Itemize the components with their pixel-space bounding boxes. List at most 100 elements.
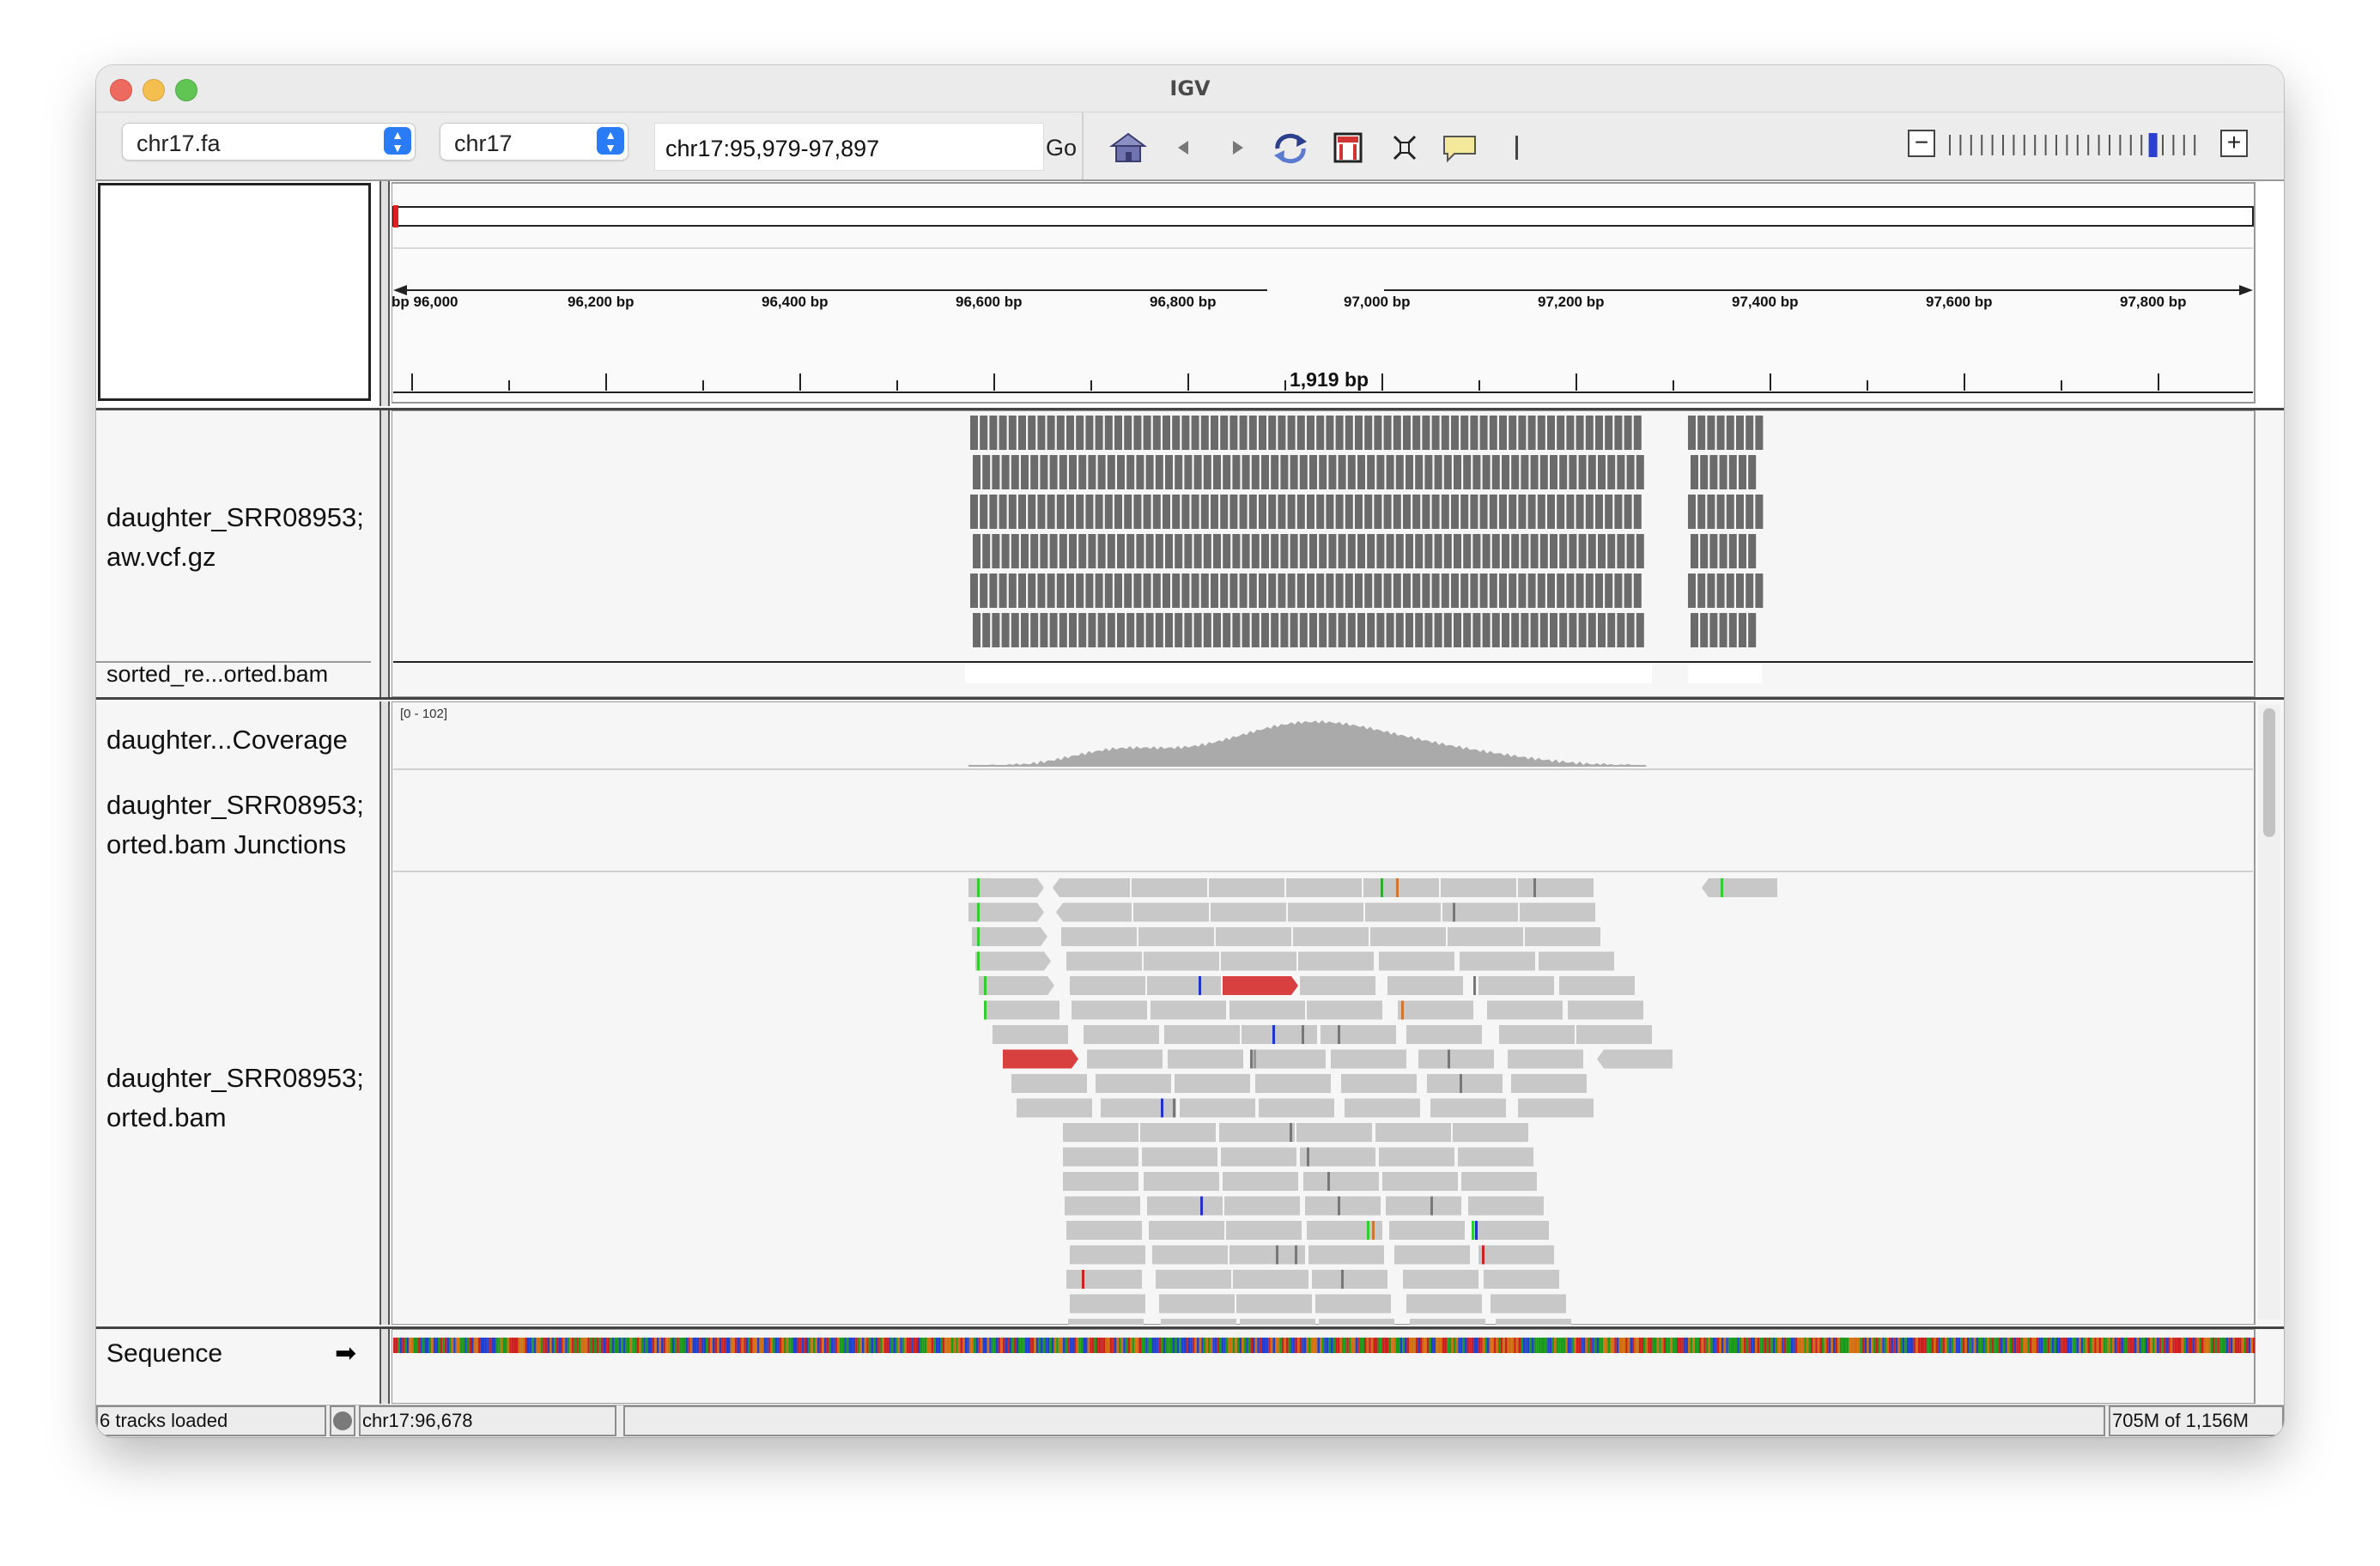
vcf-genotype-cell[interactable] (1220, 495, 1229, 529)
vcf-genotype-cell[interactable] (1569, 455, 1577, 489)
chromosome-dropdown[interactable]: chr17 ▲ ▼ (440, 123, 628, 161)
vcf-genotype-cell[interactable] (1203, 534, 1211, 568)
vcf-genotype-cell[interactable] (1200, 416, 1209, 450)
vcf-genotype-cell[interactable] (1688, 495, 1696, 529)
vcf-genotype-cell[interactable] (1614, 574, 1623, 608)
vcf-genotype-cell[interactable] (1521, 613, 1529, 647)
vcf-genotype-cell[interactable] (1403, 495, 1411, 529)
vcf-genotype-cell[interactable] (1242, 613, 1250, 647)
vcf-genotype-cell[interactable] (1145, 534, 1154, 568)
aligned-read[interactable] (1056, 902, 1132, 922)
vcf-genotype-cell[interactable] (1175, 534, 1183, 568)
vcf-genotype-cell[interactable] (1614, 495, 1623, 529)
vcf-genotype-cell[interactable] (1328, 613, 1337, 647)
vcf-genotype-cell[interactable] (1117, 613, 1125, 647)
vcf-genotype-cell[interactable] (1203, 455, 1211, 489)
aligned-read[interactable] (1066, 1270, 1142, 1289)
aligned-read[interactable] (1175, 1074, 1250, 1093)
vcf-genotype-cell[interactable] (1290, 455, 1298, 489)
vcf-genotype-cell[interactable] (1155, 534, 1163, 568)
zoom-level-tick[interactable] (2109, 135, 2110, 155)
vcf-genotype-cell[interactable] (1728, 534, 1737, 568)
vcf-genotype-cell[interactable] (1078, 455, 1087, 489)
aligned-read[interactable] (1702, 878, 1777, 897)
vcf-genotype-cell[interactable] (1746, 416, 1754, 450)
vcf-genotype-cell[interactable] (1239, 574, 1248, 608)
vcf-genotype-cell[interactable] (1220, 416, 1229, 450)
vcf-genotype-cell[interactable] (1271, 534, 1279, 568)
aligned-read[interactable] (1597, 1049, 1673, 1069)
vcf-genotype-cell[interactable] (1056, 416, 1065, 450)
vcf-genotype-cell[interactable] (1001, 534, 1010, 568)
vcf-genotype-cell[interactable] (1716, 574, 1725, 608)
vcf-genotype-cell[interactable] (1412, 574, 1421, 608)
vcf-genotype-cell[interactable] (1193, 613, 1202, 647)
aligned-read[interactable] (1300, 1147, 1375, 1167)
vcf-genotype-cell[interactable] (1223, 534, 1231, 568)
sorted-bam-label[interactable]: sorted_re...orted.bam (106, 661, 328, 688)
vcf-genotype-cell[interactable] (1345, 495, 1353, 529)
vcf-genotype-cell[interactable] (1489, 495, 1497, 529)
aligned-read[interactable] (1286, 878, 1362, 897)
aligned-read[interactable] (1140, 1123, 1216, 1142)
vcf-genotype-cell[interactable] (1460, 574, 1469, 608)
vcf-genotype-cell[interactable] (1463, 534, 1472, 568)
vcf-genotype-cell[interactable] (1454, 455, 1461, 489)
vcf-genotype-cell[interactable] (1049, 534, 1058, 568)
vcf-genotype-cell[interactable] (1232, 534, 1241, 568)
vcf-genotype-cell[interactable] (980, 416, 988, 450)
vcf-genotype-cell[interactable] (1518, 495, 1527, 529)
vcf-genotype-cell[interactable] (1412, 416, 1421, 450)
vcf-genotype-cell[interactable] (1595, 574, 1603, 608)
vcf-genotype-cell[interactable] (1357, 534, 1365, 568)
vcf-genotype-cell[interactable] (1299, 613, 1308, 647)
vcf-genotype-cell[interactable] (1624, 574, 1632, 608)
aligned-read[interactable] (1065, 1196, 1140, 1216)
chromosome-ideogram[interactable] (392, 206, 2254, 227)
vcf-genotype-cell[interactable] (1617, 534, 1625, 568)
vcf-genotype-cell[interactable] (973, 613, 981, 647)
forward-arrow-icon[interactable] (1228, 131, 1248, 164)
aligned-read[interactable] (968, 878, 1044, 897)
vcf-genotype-cell[interactable] (1518, 574, 1527, 608)
vcf-genotype-cell[interactable] (1537, 416, 1545, 450)
vcf-genotype-cell[interactable] (1088, 455, 1096, 489)
vcf-genotype-cell[interactable] (1357, 613, 1365, 647)
vcf-genotype-cell[interactable] (1636, 534, 1644, 568)
vcf-genotype-cell[interactable] (1047, 416, 1055, 450)
vcf-genotype-cell[interactable] (1539, 613, 1548, 647)
vcf-genotype-cell[interactable] (1415, 613, 1424, 647)
vcf-genotype-cell[interactable] (989, 574, 998, 608)
vcf-genotype-cell[interactable] (1633, 416, 1642, 450)
vcf-genotype-cell[interactable] (1386, 534, 1394, 568)
vcf-genotype-cell[interactable] (1470, 574, 1478, 608)
zoom-level-tick[interactable] (2194, 135, 2196, 155)
aligned-read[interactable] (1379, 1147, 1454, 1167)
vcf-genotype-cell[interactable] (1451, 574, 1459, 608)
vertical-scrollbar-thumb[interactable] (2263, 708, 2275, 837)
vcf-genotype-cell[interactable] (1364, 416, 1373, 450)
vcf-genotype-cell[interactable] (1376, 613, 1385, 647)
aligned-read[interactable] (1427, 1074, 1503, 1093)
vcf-genotype-cell[interactable] (1383, 574, 1392, 608)
vcf-genotype-cell[interactable] (1393, 574, 1401, 608)
vcf-genotype-cell[interactable] (989, 416, 998, 450)
zoom-out-button[interactable]: − (1908, 130, 1935, 157)
vcf-genotype-cell[interactable] (1357, 455, 1365, 489)
vcf-genotype-cell[interactable] (1001, 455, 1010, 489)
vcf-genotype-cell[interactable] (1559, 455, 1568, 489)
vcf-genotype-cell[interactable] (1617, 613, 1625, 647)
vcf-genotype-cell[interactable] (1088, 534, 1096, 568)
vcf-genotype-cell[interactable] (973, 455, 981, 489)
vcf-genotype-cell[interactable] (1355, 495, 1363, 529)
vcf-genotype-cell[interactable] (1299, 534, 1308, 568)
aligned-read[interactable] (1219, 1123, 1295, 1142)
aligned-read[interactable] (1375, 1123, 1451, 1142)
vcf-genotype-cell[interactable] (1316, 495, 1325, 529)
vcf-genotype-cell[interactable] (1030, 455, 1039, 489)
zoom-level-tick[interactable] (1981, 135, 1983, 155)
vcf-genotype-cell[interactable] (1607, 455, 1616, 489)
vcf-genotype-cell[interactable] (1626, 534, 1635, 568)
vcf-genotype-cell[interactable] (1406, 455, 1413, 489)
vcf-genotype-cell[interactable] (1598, 534, 1606, 568)
